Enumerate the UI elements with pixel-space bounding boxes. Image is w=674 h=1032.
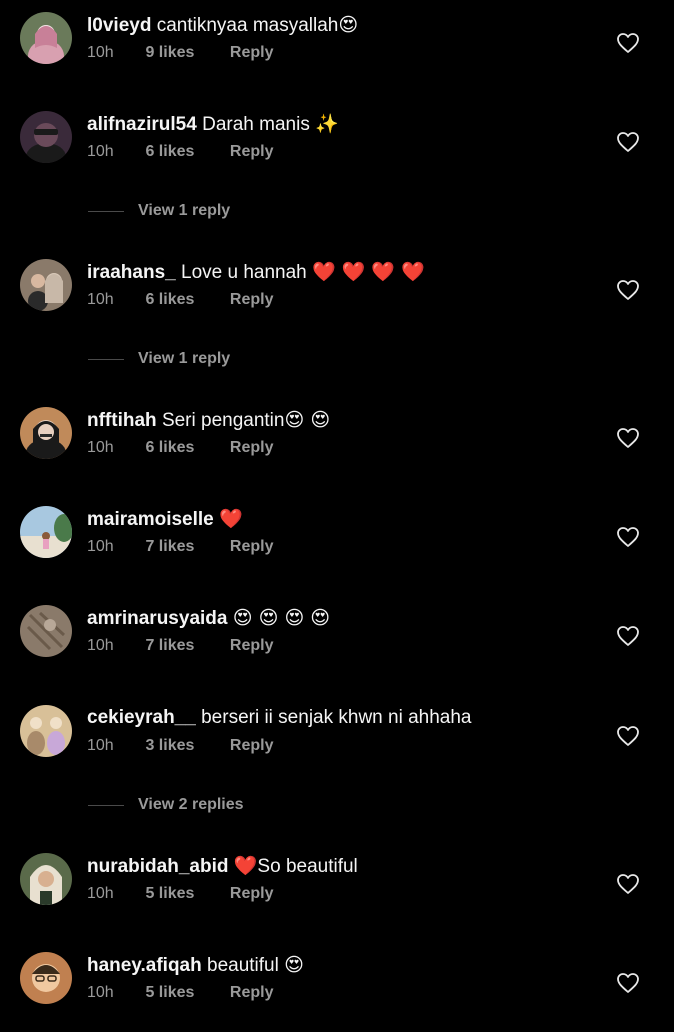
likes-count[interactable]: 7 likes (145, 538, 225, 556)
heart-outline-icon[interactable] (616, 131, 640, 153)
timestamp: 10h (87, 984, 114, 1001)
reply-divider (88, 805, 124, 806)
comment-item: haney.afiqah beautiful 😍 10h 5 likes Rep… (0, 952, 674, 1032)
likes-count[interactable]: 3 likes (145, 737, 225, 755)
view-replies-button[interactable]: View 1 reply (88, 201, 388, 221)
comment-emoji: 😍 😍 😍 😍 (232, 607, 331, 629)
reply-button[interactable]: Reply (230, 885, 274, 903)
comment-text: beautiful (207, 955, 279, 976)
reply-button[interactable]: Reply (230, 44, 274, 62)
heart-outline-icon[interactable] (616, 972, 640, 994)
comment-item: iraahans_ Love u hannah ❤️ ❤️ ❤️ ❤️ 10h … (0, 259, 674, 339)
likes-count[interactable]: 6 likes (145, 291, 225, 309)
heart-outline-icon[interactable] (616, 725, 640, 747)
comment-item: nurabidah_abid ❤️So beautiful 10h 5 like… (0, 853, 674, 933)
comment-item: mairamoiselle ❤️ 10h 7 likes Reply (0, 506, 674, 586)
username[interactable]: l0vieyd (87, 15, 151, 36)
avatar[interactable] (20, 952, 72, 1004)
view-replies-label[interactable]: View 1 reply (138, 350, 230, 368)
username[interactable]: haney.afiqah (87, 955, 202, 976)
comment-emoji: ✨ (315, 113, 339, 135)
reply-button[interactable]: Reply (230, 143, 274, 161)
comment-item: nfftihah Seri pengantin😍 😍 10h 6 likes R… (0, 407, 674, 487)
view-replies-label[interactable]: View 1 reply (138, 202, 230, 220)
likes-count[interactable]: 9 likes (145, 44, 225, 62)
timestamp: 10h (87, 291, 114, 308)
comment-text: Love u hannah (181, 262, 307, 283)
timestamp: 10h (87, 885, 114, 902)
avatar[interactable] (20, 111, 72, 163)
comment-emoji: ❤️ (233, 855, 258, 877)
comment-text: cantiknyaa masyallah (156, 15, 339, 36)
comment-text: So beautiful (257, 856, 358, 877)
view-replies-button[interactable]: View 1 reply (88, 349, 388, 369)
username[interactable]: alifnazirul54 (87, 114, 197, 135)
likes-count[interactable]: 5 likes (145, 984, 225, 1002)
username[interactable]: nurabidah_abid (87, 856, 228, 877)
timestamp: 10h (87, 538, 114, 555)
avatar[interactable] (20, 853, 72, 905)
reply-button[interactable]: Reply (230, 291, 274, 309)
likes-count[interactable]: 6 likes (145, 143, 225, 161)
reply-button[interactable]: Reply (230, 637, 274, 655)
comment-emoji: 😍 (284, 954, 304, 976)
view-replies-label[interactable]: View 2 replies (138, 796, 244, 814)
username[interactable]: iraahans_ (87, 262, 176, 283)
avatar[interactable] (20, 705, 72, 757)
timestamp: 10h (87, 439, 114, 456)
username[interactable]: nfftihah (87, 410, 157, 431)
username[interactable]: cekieyrah__ (87, 707, 196, 728)
likes-count[interactable]: 7 likes (145, 637, 225, 655)
avatar[interactable] (20, 259, 72, 311)
avatar[interactable] (20, 12, 72, 64)
likes-count[interactable]: 6 likes (145, 439, 225, 457)
heart-outline-icon[interactable] (616, 526, 640, 548)
comment-text: Darah manis (202, 114, 310, 135)
reply-button[interactable]: Reply (230, 538, 274, 556)
avatar[interactable] (20, 506, 72, 558)
reply-button[interactable]: Reply (230, 439, 274, 457)
avatar[interactable] (20, 605, 72, 657)
comment-text: Seri pengantin (161, 410, 285, 431)
likes-count[interactable]: 5 likes (145, 885, 225, 903)
comment-item: l0vieyd cantiknyaa masyallah😍 10h 9 like… (0, 12, 674, 92)
comment-emoji: 😍 😍 (284, 409, 331, 431)
heart-outline-icon[interactable] (616, 427, 640, 449)
heart-outline-icon[interactable] (616, 625, 640, 647)
heart-outline-icon[interactable] (616, 279, 640, 301)
avatar[interactable] (20, 407, 72, 459)
timestamp: 10h (87, 737, 114, 754)
comment-item: alifnazirul54 Darah manis ✨ 10h 6 likes … (0, 111, 674, 191)
timestamp: 10h (87, 44, 114, 61)
comment-emoji: ❤️ (219, 508, 243, 530)
comment-text: berseri ii senjak khwn ni ahhaha (201, 707, 472, 728)
timestamp: 10h (87, 143, 114, 160)
timestamp: 10h (87, 637, 114, 654)
comment-emoji: ❤️ ❤️ ❤️ ❤️ (312, 261, 425, 283)
comment-item: amrinarusyaida 😍 😍 😍 😍 10h 7 likes Reply (0, 605, 674, 685)
comment-emoji: 😍 (338, 14, 359, 36)
heart-outline-icon[interactable] (616, 32, 640, 54)
reply-divider (88, 359, 124, 360)
reply-button[interactable]: Reply (230, 737, 274, 755)
heart-outline-icon[interactable] (616, 873, 640, 895)
comment-item: cekieyrah__ berseri ii senjak khwn ni ah… (0, 705, 674, 785)
view-replies-button[interactable]: View 2 replies (88, 795, 388, 815)
reply-button[interactable]: Reply (230, 984, 274, 1002)
reply-divider (88, 211, 124, 212)
username[interactable]: mairamoiselle (87, 509, 214, 530)
username[interactable]: amrinarusyaida (87, 608, 227, 629)
